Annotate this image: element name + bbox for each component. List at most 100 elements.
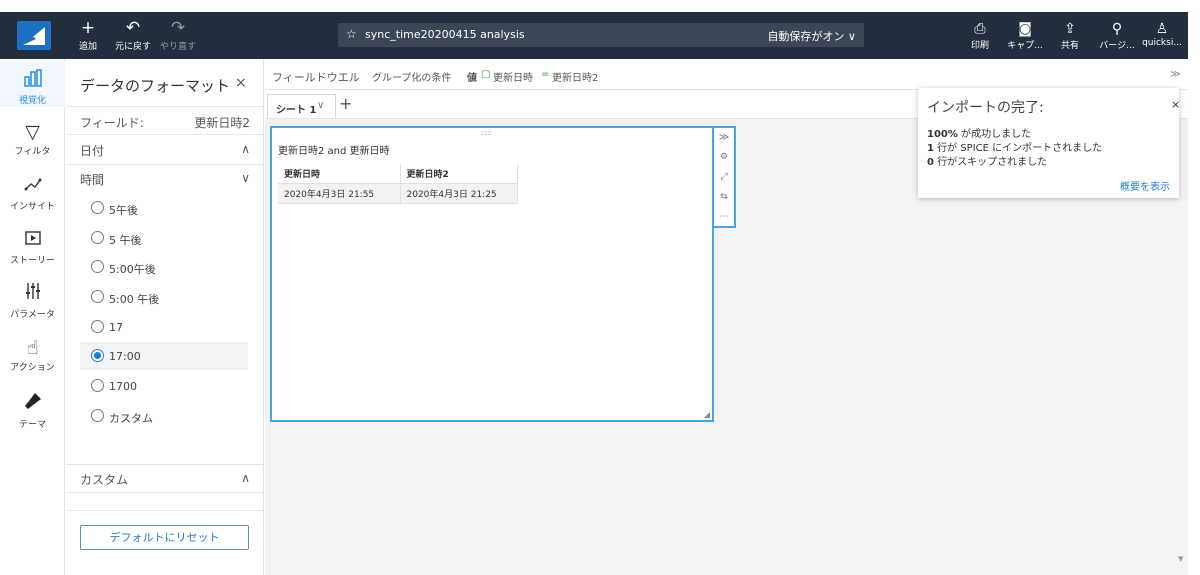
- story-icon: [0, 229, 65, 252]
- quicksight-logo[interactable]: [17, 21, 51, 50]
- field-row: フィールド: 更新日時2: [80, 114, 250, 131]
- user-icon: ♙: [1155, 21, 1169, 37]
- filter-icon: ▽: [25, 121, 40, 143]
- rail-item-action[interactable]: ☝ アクション: [0, 337, 65, 373]
- add-sheet-button[interactable]: +: [339, 94, 352, 113]
- capture-button[interactable]: ◙ キャプ...: [1001, 20, 1049, 51]
- expand-chevron-icon[interactable]: ≫: [1170, 69, 1180, 80]
- swap-icon[interactable]: ⇆: [714, 192, 734, 202]
- divider: [66, 134, 264, 135]
- time-format-option-selected[interactable]: 17:00: [80, 342, 248, 370]
- rail-item-theme[interactable]: テーマ: [0, 391, 65, 430]
- print-button[interactable]: ⎙ 印刷: [956, 20, 1004, 51]
- value-label: 値: [467, 73, 477, 84]
- divider: [66, 164, 264, 165]
- share-button[interactable]: ⇪ 共有: [1046, 20, 1094, 51]
- theme-icon: [0, 391, 65, 416]
- table-cell[interactable]: 2020年4月3日 21:25: [400, 183, 518, 204]
- rail-item-filter[interactable]: ▽ フィルタ: [0, 121, 65, 157]
- radio-button[interactable]: [91, 231, 104, 244]
- chevron-down-icon: ∨: [241, 171, 250, 185]
- group-by-label[interactable]: グループ化の条件: [372, 69, 451, 84]
- field-label: フィールド:: [80, 116, 144, 130]
- undo-button[interactable]: ↶ 元に戻す: [112, 18, 154, 52]
- chevron-up-icon: ∧: [241, 471, 250, 485]
- table-header-row: 更新日時 更新日時2: [278, 164, 518, 184]
- field-pill-1[interactable]: 更新日時: [493, 69, 533, 84]
- table-cell[interactable]: 2020年4月3日 21:55: [278, 183, 401, 204]
- field-well-label[interactable]: フィールドウエル: [272, 69, 360, 85]
- location-pin-icon: ⚲: [1111, 21, 1123, 37]
- date-section-header[interactable]: 日付 ∧: [80, 142, 250, 159]
- time-format-option[interactable]: 5:00午後: [80, 253, 248, 281]
- radio-button[interactable]: [91, 379, 104, 392]
- camera-icon: ◙: [1018, 21, 1032, 37]
- format-data-panel: データのフォーマット × フィールド: 更新日時2 日付 ∧ 時間 ∨ 5午後 …: [66, 59, 264, 575]
- scroll-down-icon[interactable]: ▼: [1178, 555, 1183, 563]
- divider: [66, 464, 264, 465]
- visual-title[interactable]: 更新日時2 and 更新日時: [278, 142, 390, 157]
- radio-button[interactable]: [91, 260, 104, 273]
- star-icon[interactable]: ☆: [346, 27, 357, 41]
- add-button[interactable]: + 追加: [76, 18, 100, 52]
- radio-button[interactable]: [91, 290, 104, 303]
- time-format-option[interactable]: 17: [80, 313, 248, 341]
- scrollbar[interactable]: ▼: [1178, 120, 1186, 575]
- action-icon: ☝: [26, 337, 39, 359]
- parameter-icon: [0, 281, 65, 306]
- user-button[interactable]: ♙ quicksi...: [1138, 20, 1186, 48]
- analysis-title-box[interactable]: ☆ sync_time20200415 analysis 自動保存がオン ∨: [338, 23, 864, 47]
- rail-item-visualize[interactable]: 視覚化: [0, 61, 65, 107]
- chevron-down-icon[interactable]: ∨: [317, 100, 324, 111]
- panel-title: データのフォーマット: [80, 77, 231, 95]
- radio-button[interactable]: [91, 320, 104, 333]
- close-icon[interactable]: ×: [235, 75, 247, 91]
- tab-sheet-1[interactable]: シート 1 ∨: [267, 94, 336, 118]
- radio-button[interactable]: [91, 409, 104, 422]
- success-line: 100% が成功しました: [927, 129, 1032, 140]
- time-section-header[interactable]: 時間 ∨: [80, 171, 250, 188]
- resize-handle-icon[interactable]: ◢: [704, 410, 710, 419]
- column-header[interactable]: 更新日時2: [400, 164, 518, 184]
- radio-button[interactable]: [91, 201, 104, 214]
- table-row: 2020年4月3日 21:55 2020年4月3日 21:25: [278, 183, 518, 204]
- gear-icon[interactable]: ⚙: [714, 152, 734, 162]
- time-format-option[interactable]: 5 午後: [80, 224, 248, 252]
- reset-default-button[interactable]: デフォルトにリセット: [80, 525, 249, 550]
- rail-item-story[interactable]: ストーリー: [0, 229, 65, 266]
- divider: [66, 492, 264, 493]
- time-format-option[interactable]: 1700: [80, 372, 248, 400]
- redo-icon: ↷: [170, 18, 186, 38]
- rail-item-insight[interactable]: インサイト: [0, 175, 65, 212]
- skipped-rows-line: 0 行がスキップされました: [927, 157, 1048, 168]
- more-options-icon[interactable]: ⋯: [714, 212, 734, 222]
- import-complete-notification: インポートの完了: × 100% が成功しました 1 行が SPICE にインポ…: [918, 88, 1180, 198]
- collapse-icon[interactable]: ≫: [714, 132, 734, 143]
- time-format-option[interactable]: 5:00 午後: [80, 283, 248, 311]
- data-table: 更新日時 更新日時2 2020年4月3日 21:55 2020年4月3日 21:…: [278, 164, 518, 204]
- field-well-bar: フィールドウエル グループ化の条件 値 ▢ 更新日時 = 更新日時2 ≫: [265, 59, 1188, 90]
- drag-handle[interactable]: ::::::::: [480, 129, 492, 137]
- view-summary-link[interactable]: 概要を表示: [1120, 178, 1170, 193]
- version-button[interactable]: ⚲ バージ...: [1093, 20, 1141, 51]
- print-icon: ⎙: [974, 21, 986, 37]
- time-format-option[interactable]: カスタム: [80, 402, 248, 430]
- share-icon: ⇪: [1064, 21, 1076, 37]
- time-format-option[interactable]: 5午後: [80, 194, 248, 222]
- redo-button[interactable]: ↷ やり直す: [157, 18, 199, 52]
- equals-icon: =: [541, 69, 550, 80]
- field-pill-2[interactable]: 更新日時2: [552, 69, 598, 84]
- chevron-up-icon: ∧: [241, 142, 250, 156]
- table-visual[interactable]: :::::::: 更新日時2 and 更新日時 更新日時 更新日時2 2020年…: [270, 126, 714, 422]
- custom-section-header[interactable]: カスタム ∧: [80, 471, 250, 488]
- analysis-title[interactable]: sync_time20200415 analysis: [365, 28, 525, 41]
- expand-icon[interactable]: ⤢: [714, 172, 734, 182]
- imported-rows-line: 1 行が SPICE にインポートされました: [927, 143, 1103, 154]
- autosave-dropdown[interactable]: 自動保存がオン ∨: [767, 28, 856, 44]
- visual-menu: ≫ ⚙ ⤢ ⇆ ⋯: [714, 126, 736, 228]
- close-icon[interactable]: ×: [1171, 98, 1180, 111]
- rail-item-parameter[interactable]: パラメータ: [0, 281, 65, 320]
- top-toolbar: + 追加 ↶ 元に戻す ↷ やり直す ☆ sync_time20200415 a…: [0, 12, 1188, 59]
- radio-button[interactable]: [91, 349, 104, 362]
- column-header[interactable]: 更新日時: [278, 164, 401, 184]
